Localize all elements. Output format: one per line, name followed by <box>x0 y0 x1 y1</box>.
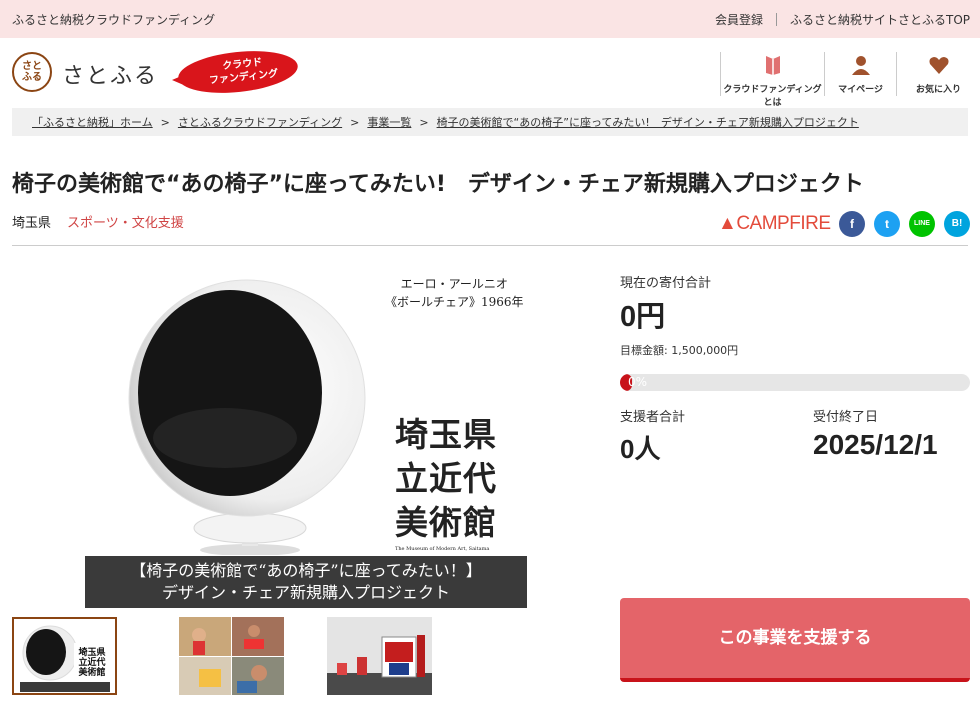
deadline-label: 受付終了日 <box>813 410 879 425</box>
breadcrumb-separator: > <box>350 116 360 129</box>
header-nav: クラウドファンディングとは マイページ お気に入り <box>720 52 980 108</box>
nav-label: お気に入り <box>915 85 961 95</box>
progress-percent: 0% <box>628 375 648 389</box>
artist-caption: エーロ・アールニオ 《ボールチェア》1966年 <box>385 275 524 311</box>
prefecture-label: 埼玉県 <box>12 216 52 231</box>
breadcrumb-crowdfunding[interactable]: さとふるクラウドファンディング <box>178 116 342 129</box>
page-title: 椅子の美術館で“あの椅子”に座ってみたい! デザイン・チェア新規購入プロジェクト <box>12 172 864 197</box>
divider <box>12 245 968 246</box>
nav-label: マイページ <box>838 85 883 95</box>
campfire-logo[interactable]: ▲CAMPFIRE <box>718 213 831 235</box>
artwork-title: 《ボールチェア》1966年 <box>385 295 524 309</box>
supporters-label: 支援者合計 <box>620 410 686 425</box>
top-bar: ふるさと納税クラウドファンディング 会員登録 ふるさと納税サイトさとふるTOP <box>0 0 980 38</box>
nav-about-crowdfunding[interactable]: クラウドファンディングとは <box>720 52 824 108</box>
book-icon <box>765 56 780 75</box>
museum-name: 埼玉県 立近代 美術館 <box>395 413 497 545</box>
deadline-value: 2025/12/1 <box>813 429 938 460</box>
top-links: 会員登録 ふるさと納税サイトさとふるTOP <box>715 11 970 28</box>
thumbnail-3[interactable] <box>327 617 432 695</box>
satofull-top-link[interactable]: ふるさと納税サイトさとふるTOP <box>790 11 970 28</box>
nav-favorites[interactable]: お気に入り <box>896 52 980 96</box>
heart-icon <box>929 57 948 74</box>
category-link[interactable]: スポーツ・文化支援 <box>67 216 184 231</box>
breadcrumb-projects[interactable]: 事業一覧 <box>367 116 411 129</box>
project-main-image[interactable]: エーロ・アールニオ 《ボールチェア》1966年 埼玉県 立近代 美術館 The … <box>85 263 527 608</box>
project-banner: 【椅子の美術館で“あの椅子”に座ってみたい！】 デザイン・チェア新規購入プロジェ… <box>85 556 527 608</box>
project-meta: 埼玉県 スポーツ・文化支援 <box>12 212 184 231</box>
facebook-share-icon[interactable]: f <box>839 211 865 237</box>
twitter-share-icon[interactable]: t <box>874 211 900 237</box>
nav-mypage[interactable]: マイページ <box>824 52 896 96</box>
supporters-value: 0人 <box>620 434 661 464</box>
breadcrumb-home[interactable]: 「ふるさと納税」ホーム <box>32 116 153 129</box>
header: さとふる さとふる クラウド ファンディング クラウドファンディングとは マイペ… <box>0 38 980 108</box>
crowdfunding-badge[interactable]: クラウド ファンディング <box>172 45 300 99</box>
current-donation-label: 現在の寄付合計 <box>620 276 712 291</box>
user-icon <box>851 56 870 75</box>
register-link[interactable]: 会員登録 <box>715 11 763 28</box>
thumbnail-chair-image: 埼玉県 立近代 美術館 <box>14 619 115 693</box>
current-donation-value: 0円 <box>620 301 666 333</box>
museum-line: 美術館 <box>395 503 497 542</box>
thumbnail-2[interactable] <box>179 617 284 695</box>
campfire-text: CAMPFIRE <box>736 213 831 234</box>
ball-chair-illustration <box>128 279 366 555</box>
museum-line: 埼玉県 <box>395 415 497 454</box>
breadcrumb: 「ふるさと納税」ホーム > さとふるクラウドファンディング > 事業一覧 > 椅子の美術館で… <box>12 108 968 136</box>
breadcrumb-separator: > <box>160 116 170 129</box>
logo-seal-text: さとふる <box>22 61 42 83</box>
flame-icon: ▲ <box>718 213 737 234</box>
svg-text:美術館: 美術館 <box>78 666 105 678</box>
thumbnail-1[interactable]: 埼玉県 立近代 美術館 <box>12 617 117 695</box>
logo-text[interactable]: さとふる <box>62 58 158 90</box>
progress-bar: 0% <box>620 374 970 391</box>
breadcrumb-current[interactable]: 椅子の美術館で“あの椅子”に座ってみたい! デザイン・チェア新規購入プロジェクト <box>437 116 859 129</box>
banner-line-2: デザイン・チェア新規購入プロジェクト <box>161 583 450 602</box>
breadcrumb-separator: > <box>419 116 429 129</box>
artist-name: エーロ・アールニオ <box>400 277 508 291</box>
museum-english-name: The Museum of Modern Art, Saitama <box>395 546 490 552</box>
divider <box>775 13 777 26</box>
svg-text:埼玉県: 埼玉県 <box>78 646 105 658</box>
thumbnail-workshop-image <box>179 617 284 695</box>
nav-label: クラウドファンディングとは <box>723 85 822 108</box>
goal-amount: 目標金額: 1,500,000円 <box>620 344 739 357</box>
site-name: ふるさと納税クラウドファンディング <box>12 13 216 27</box>
line-share-icon[interactable]: LINE <box>909 211 935 237</box>
museum-line: 立近代 <box>395 459 497 498</box>
support-project-button[interactable]: この事業を支援する <box>620 598 970 682</box>
banner-line-1: 【椅子の美術館で“あの椅子”に座ってみたい！】 <box>130 561 482 580</box>
svg-text:立近代: 立近代 <box>78 656 105 668</box>
logo-seal-icon[interactable]: さとふる <box>12 52 52 92</box>
thumbnail-gallery-image <box>327 617 432 695</box>
hatena-bookmark-icon[interactable]: B! <box>944 211 970 237</box>
